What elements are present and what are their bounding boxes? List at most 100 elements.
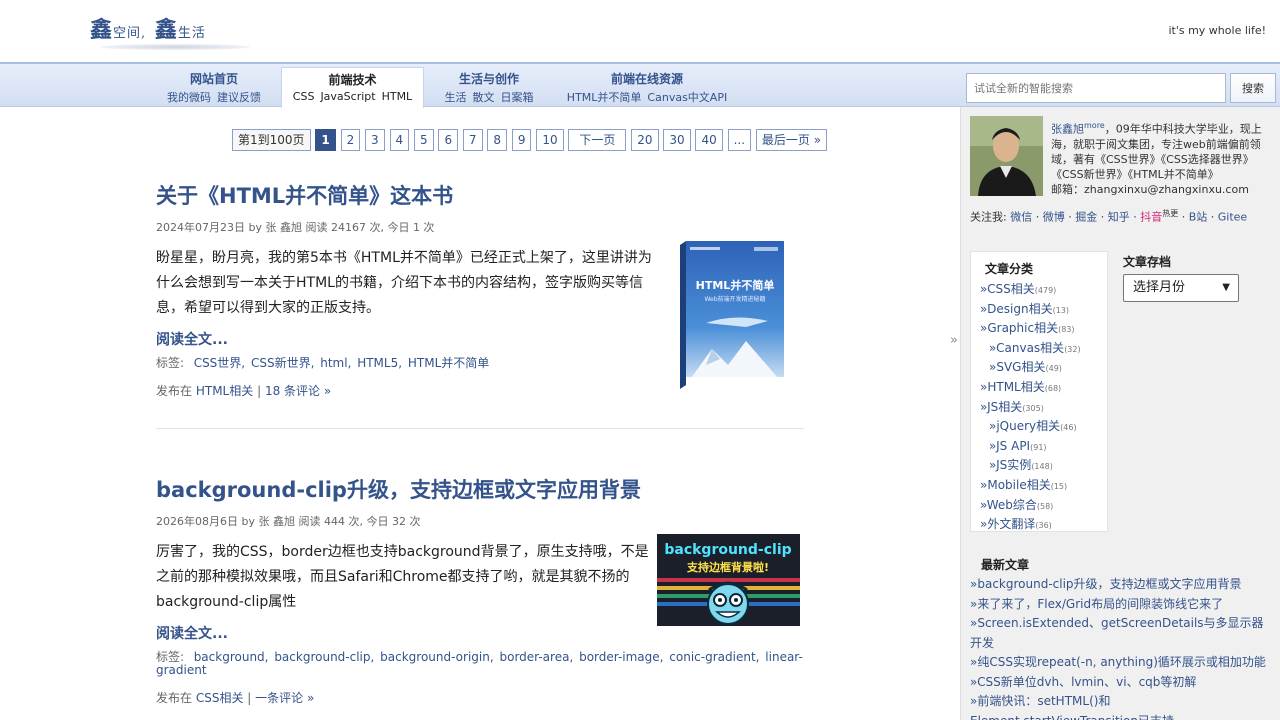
tag-link[interactable]: background-clip, [274,650,374,664]
nav-title[interactable]: 生活与创作 [438,70,540,87]
page-link[interactable]: 30 [663,129,691,151]
page-link[interactable]: 10 [536,129,564,151]
nav-title[interactable]: 网站首页 [162,70,266,87]
category-link[interactable]: CSS相关 [196,691,244,705]
nav-item-life[interactable]: 生活与创作 生活 散文 日案箱 [438,67,540,107]
chevron-down-icon: ▼ [1222,282,1230,293]
site-slogan: it's my whole life! [1168,24,1266,37]
page-link[interactable]: 3 [365,129,385,151]
post-title[interactable]: 关于《HTML并不简单》这本书 [156,180,804,210]
category-item[interactable]: »SVG相关(49) [980,358,1108,378]
sidebar-toggle-icon[interactable]: » [950,333,958,348]
post-title[interactable]: background-clip升级，支持边框或文字应用背景 [156,474,804,504]
tag-link[interactable]: CSS世界, [194,356,245,370]
category-name: Graphic相关 [987,321,1059,336]
page-link[interactable]: 6 [438,129,459,151]
search-input[interactable] [966,73,1226,103]
read-more-link[interactable]: 阅读全文... [156,623,804,643]
site-logo[interactable]: 鑫空间, 鑫生活 [90,8,260,52]
category-item[interactable]: »Web综合(58) [980,496,1108,516]
nav-sublink[interactable]: 生活 [445,91,467,104]
follow-gitee[interactable]: Gitee [1218,211,1247,224]
category-item[interactable]: »JS实例(148) [980,456,1108,476]
nav-sublink[interactable]: 我的微码 [167,91,211,104]
nav-sublink[interactable]: 日案箱 [501,91,534,104]
page-link[interactable]: 40 [695,129,723,151]
category-item[interactable]: »jQuery相关(46) [980,417,1108,437]
follow-juejin[interactable]: 掘金 [1075,211,1097,224]
tag-link[interactable]: HTML并不简单 [408,356,489,370]
category-item[interactable]: »JS API(91) [980,437,1108,457]
page-link[interactable]: 20 [631,129,659,151]
follow-bilibili[interactable]: B站 [1189,211,1208,224]
nav-item-frontend[interactable]: 前端技术 CSS JavaScript HTML [281,67,424,108]
page-link[interactable]: 5 [413,129,434,151]
tag-link[interactable]: border-area, [500,650,574,664]
tag-link[interactable]: border-image, [579,650,663,664]
recent-post-item[interactable]: »background-clip升级，支持边框或文字应用背景 [970,575,1272,595]
nav-item-home[interactable]: 网站首页 我的微码 建议反馈 [162,67,266,107]
sidebar: 张鑫旭more，09年华中科技大学毕业，现上海，就职于阅文集团，专注web前端偏… [960,107,1280,720]
page-link[interactable]: 9 [511,129,532,151]
nav-sublink[interactable]: Canvas中文API [647,91,727,104]
tag-link[interactable]: CSS新世界, [251,356,314,370]
search-button[interactable]: 搜索 [1230,73,1276,103]
category-item[interactable]: »HTML相关(68) [980,378,1108,398]
recent-post-item[interactable]: »来了来了，Flex/Grid布局的间隙装饰线它来了 [970,595,1272,615]
comments-link[interactable]: 18 条评论 » [265,384,331,398]
post-thumbnail-image[interactable]: background-clip 支持边框背景啦! [657,534,800,626]
nav-sublink[interactable]: 建议反馈 [217,91,261,104]
more-link[interactable]: more [1084,121,1105,130]
follow-zhihu[interactable]: 知乎 [1108,211,1130,224]
archive-month-select[interactable]: 选择月份 ▼ [1123,274,1239,302]
tag-link[interactable]: background-origin, [380,650,494,664]
nav-sublink[interactable]: HTML并不简单 [567,91,642,104]
comments-link[interactable]: 一条评论 » [255,691,314,705]
recent-post-item[interactable]: »前端快讯：setHTML()和Element.startViewTransit… [970,692,1272,720]
page-link[interactable]: 7 [462,129,483,151]
tags-label: 标签: [156,356,185,370]
category-item[interactable]: »Graphic相关(83) [980,319,1108,339]
tag-link[interactable]: html, [320,356,351,370]
page-link[interactable]: 2 [340,129,361,151]
recent-post-item[interactable]: »CSS新单位dvh、lvmin、vi、cqb等初解 [970,673,1272,693]
tag-link[interactable]: background, [194,650,269,664]
recent-post-item[interactable]: »纯CSS实现repeat(-n, anything)循环展示或相加功能 [970,653,1272,673]
recent-post-item[interactable]: »Screen.isExtended、getScreenDetails与多显示器… [970,614,1272,653]
recent-post-title: CSS新单位dvh、lvmin、vi、cqb等初解 [977,674,1197,689]
follow-wechat[interactable]: 微信 [1010,211,1032,224]
category-item[interactable]: »CSS相关(479) [980,280,1108,300]
nav-item-resources[interactable]: 前端在线资源 HTML并不简单 Canvas中文API [562,67,732,107]
thumbnail-text-line1: background-clip [664,542,791,558]
post-article: 关于《HTML并不简单》这本书 2024年07月23日 by 张 鑫旭 阅读 2… [156,180,804,399]
author-name[interactable]: 张鑫旭 [1051,123,1084,136]
follow-weibo[interactable]: 微博 [1043,211,1065,224]
post-divider [156,428,804,429]
category-link[interactable]: HTML相关 [196,384,253,398]
page-last[interactable]: 最后一页 » [755,129,828,151]
tag-link[interactable]: HTML5, [357,356,402,370]
nav-sublink[interactable]: 散文 [473,91,495,104]
email-label: 邮箱： [1051,183,1084,196]
nav-title[interactable]: 前端在线资源 [562,70,732,87]
author-avatar[interactable] [970,116,1043,196]
recent-post-title: Screen.isExtended、getScreenDetails与多显示器开… [970,616,1264,650]
nav-sublink[interactable]: HTML [382,90,413,103]
category-name: SVG相关 [996,360,1046,375]
category-item[interactable]: »外文翻译(36) [980,515,1108,535]
page-link[interactable]: 8 [487,129,508,151]
category-name: Mobile相关 [987,477,1051,492]
page-next[interactable]: 下一页 [568,129,627,151]
nav-sublink[interactable]: CSS [293,90,315,103]
book-cover-image[interactable]: HTML并不简单 Web前端开发精进秘籍 [676,241,788,389]
category-item[interactable]: »Design相关(13) [980,300,1108,320]
category-item[interactable]: »Canvas相关(32) [980,339,1108,359]
category-item[interactable]: »JS相关(305) [980,398,1108,418]
nav-sublink[interactable]: JavaScript [320,90,375,103]
follow-douyin[interactable]: 抖音 [1140,211,1162,224]
page-link[interactable]: 4 [389,129,410,151]
author-bio: 张鑫旭more，09年华中科技大学毕业，现上海，就职于阅文集团，专注web前端偏… [1051,118,1273,182]
category-item[interactable]: »Mobile相关(15) [980,476,1108,496]
tag-link[interactable]: conic-gradient, [669,650,759,664]
nav-title[interactable]: 前端技术 [282,71,423,88]
